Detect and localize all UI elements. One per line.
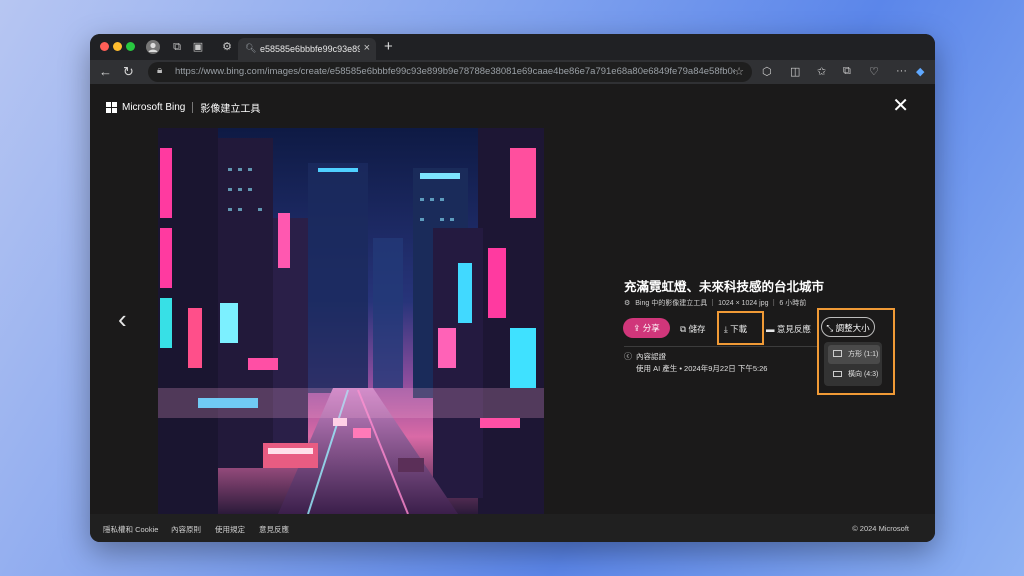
split-screen-icon[interactable]: ◫ — [790, 65, 800, 78]
footer-link-privacy[interactable]: 隱私權和 Cookie — [103, 524, 158, 535]
back-arrow-icon[interactable]: ← — [99, 64, 112, 80]
neon-city-illustration — [158, 128, 544, 514]
favorites-icon[interactable]: ✩ — [817, 65, 826, 78]
page-footer: 隱私權和 Cookie 內容原則 使用規定 意見反應 © 2024 Micros… — [90, 514, 935, 542]
save-icon: ⧉ — [680, 324, 687, 334]
tab-actions-icon[interactable]: ▣ — [191, 40, 205, 54]
share-button[interactable]: ⇪ 分享 — [623, 318, 670, 338]
active-tab[interactable]: 🔍︎ e58585e6bbbfe99c93e899b9 × — [238, 38, 376, 60]
content-credential-title: 內容認證 — [636, 352, 666, 361]
more-options-icon[interactable]: ··· — [896, 65, 907, 77]
navigation-bar: ← ↻ 🔒︎ https://www.bing.com/images/creat… — [90, 60, 935, 84]
previous-image-chevron-icon[interactable]: ‹ — [118, 304, 127, 335]
copilot-icon[interactable]: ◆ — [916, 65, 924, 78]
image-title: 充滿霓虹燈、未來科技感的台北城市 — [624, 280, 825, 294]
feedback-label: 意見反應 — [776, 324, 811, 334]
refresh-icon[interactable]: ↻ — [123, 64, 134, 80]
close-window-button[interactable] — [100, 42, 109, 51]
copilot-tab-icon[interactable]: ⚙ — [220, 40, 234, 54]
bing-brand[interactable]: Microsoft Bing 影像建立工具 — [106, 100, 260, 115]
close-viewer-icon[interactable]: ✕ — [892, 96, 909, 116]
new-tab-icon[interactable]: + — [384, 38, 393, 55]
footer-copyright: © 2024 Microsoft — [852, 524, 909, 533]
feedback-button[interactable]: ▬ 意見反應 — [766, 323, 811, 335]
brand-divider — [192, 102, 194, 113]
tab-bar: ⧉ ▣ ⚙ 🔍︎ e58585e6bbbfe99c93e899b9 × + — [90, 34, 935, 60]
close-tab-icon[interactable]: × — [364, 42, 370, 54]
share-icon: ⇪ — [633, 323, 641, 333]
footer-link-feedback[interactable]: 意見反應 — [259, 524, 289, 535]
resize-highlight-box — [817, 308, 895, 395]
maximize-window-button[interactable] — [126, 42, 135, 51]
download-highlight-box — [717, 311, 764, 345]
creator-icon: ⚙ — [624, 300, 631, 307]
site-info-icon[interactable]: 🔒︎ — [157, 65, 162, 76]
profile-avatar-icon[interactable] — [146, 40, 160, 54]
collections-icon[interactable]: ⧉ — [843, 65, 851, 78]
content-credential-detail: 使用 AI 產生 • 2024年9月22日 下午5:26 — [636, 364, 768, 373]
image-meta: ⚙ Bing 中的影像建立工具 ｜ 1024 × 1024 jpg ｜ 6 小時… — [624, 298, 806, 308]
footer-link-content-policy[interactable]: 內容原則 — [171, 524, 201, 535]
info-divider — [624, 346, 817, 347]
workspaces-icon[interactable]: ⧉ — [170, 40, 184, 54]
footer-link-terms[interactable]: 使用規定 — [215, 524, 245, 535]
page-content: Microsoft Bing 影像建立工具 ✕ ‹ 充滿霓虹燈、未來科技感的台北… — [90, 84, 935, 514]
tab-title: e58585e6bbbfe99c93e899b9 — [260, 44, 360, 54]
save-label: 儲存 — [688, 324, 706, 334]
favorite-star-icon[interactable]: ☆ — [734, 65, 744, 78]
browser-window: ⧉ ▣ ⚙ 🔍︎ e58585e6bbbfe99c93e899b9 × + ← … — [90, 34, 935, 542]
product-name: 影像建立工具 — [200, 104, 261, 115]
image-meta-text: Bing 中的影像建立工具 ｜ 1024 × 1024 jpg ｜ 6 小時前 — [635, 300, 807, 307]
url-text: https://www.bing.com/images/create/e5858… — [175, 66, 735, 77]
feedback-icon: ▬ — [766, 324, 775, 334]
share-label: 分享 — [642, 323, 660, 333]
search-icon: 🔍︎ — [245, 43, 257, 53]
minimize-window-button[interactable] — [113, 42, 122, 51]
extensions-icon[interactable]: ⬡ — [762, 65, 772, 78]
brand-name: Microsoft Bing — [122, 102, 186, 113]
microsoft-logo-icon — [106, 102, 117, 113]
browser-essentials-icon[interactable]: ♡ — [869, 65, 879, 78]
content-credential-icon: ⓒ — [624, 352, 632, 361]
save-button[interactable]: ⧉ 儲存 — [680, 323, 705, 335]
generated-image[interactable] — [158, 128, 544, 514]
address-bar[interactable]: 🔒︎ https://www.bing.com/images/create/e5… — [148, 62, 752, 82]
